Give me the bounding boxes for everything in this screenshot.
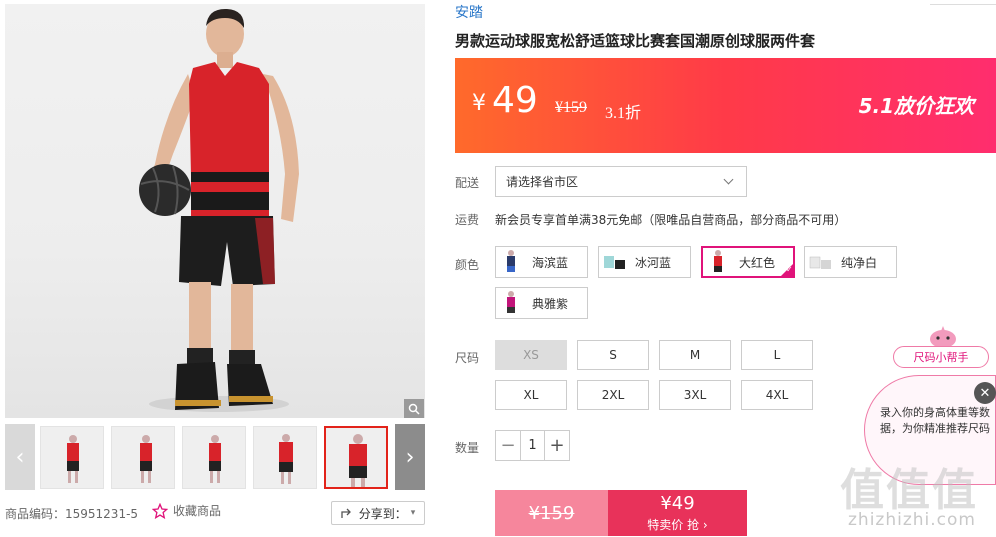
thumbnail-3[interactable] (182, 426, 246, 489)
brand-link[interactable]: 安踏 (455, 2, 483, 22)
size-option-xs[interactable]: XS (495, 340, 567, 370)
promo-event-tag: 5.1放价狂欢 (858, 94, 974, 118)
thumbnail-2[interactable] (111, 426, 175, 489)
color-option-label: 纯净白 (841, 255, 878, 270)
watermark-logo: 值值值 (840, 465, 978, 516)
color-swatch (807, 248, 833, 276)
size-option-m[interactable]: M (659, 340, 731, 370)
region-select[interactable]: 请选择省市区 (495, 166, 747, 197)
selected-check-icon (780, 263, 794, 277)
price-currency: ¥ (472, 91, 486, 116)
region-select-value: 请选择省市区 (506, 175, 579, 189)
share-button[interactable]: 分享到： ▾ (331, 501, 425, 525)
color-option-chunjingbai[interactable]: 纯净白 (804, 246, 897, 278)
thumbnail-strip: ‹ › (5, 424, 425, 490)
favorite-button[interactable]: 收藏商品 (152, 502, 221, 519)
color-swatch (498, 248, 524, 276)
mascot-icon (928, 324, 958, 348)
color-label: 颜色 (455, 258, 480, 272)
star-icon (152, 502, 168, 519)
quantity-label: 数量 (455, 441, 480, 455)
product-main-image[interactable] (5, 4, 425, 418)
share-label: 分享到： (358, 506, 407, 521)
sale-price: 49 (492, 80, 538, 121)
color-option-label: 冰河蓝 (635, 255, 672, 270)
deal-label: 特卖价 抢 › (647, 518, 708, 532)
color-option-dianyazi[interactable]: 典雅紫 (495, 287, 588, 319)
size-option-l[interactable]: L (741, 340, 813, 370)
size-option-xl[interactable]: XL (495, 380, 567, 410)
promo-banner: ¥ 49 ¥159 3.1折 5.1放价狂欢 (455, 58, 996, 153)
original-price: ¥159 (555, 99, 587, 116)
color-option-label: 典雅紫 (532, 296, 569, 311)
buy-deal-button[interactable]: ¥49 特卖价 抢 › (608, 490, 747, 536)
size-option-3xl[interactable]: 3XL (659, 380, 731, 410)
quantity-plus-button[interactable]: + (545, 431, 569, 460)
close-icon[interactable]: ✕ (974, 382, 996, 404)
watermark-site: zhizhizhi.com (848, 510, 976, 530)
share-icon (341, 508, 351, 518)
deal-price: ¥49 (660, 493, 695, 514)
delivery-label: 配送 (455, 176, 480, 190)
color-option-label: 大红色 (739, 255, 776, 270)
buy-original-price-button[interactable]: ¥159 (495, 490, 608, 536)
color-swatch (498, 289, 524, 317)
quantity-minus-button[interactable]: − (496, 431, 520, 460)
size-helper-button[interactable]: 尺码小帮手 (893, 346, 989, 368)
color-option-label: 海滨蓝 (532, 255, 569, 270)
sku-code: 商品编码：15951231-5 (5, 507, 139, 521)
quantity-stepper: − 1 + (495, 430, 570, 461)
color-swatch (705, 248, 731, 276)
chevron-down-icon: ▾ (410, 508, 416, 518)
thumbnail-4[interactable] (253, 426, 317, 489)
chevron-down-icon (723, 174, 734, 185)
size-helper-text: 录入你的身高体重等数据，为你精准推荐尺码 (880, 406, 990, 435)
thumb-next-arrow-icon[interactable]: › (395, 424, 425, 490)
size-option-2xl[interactable]: 2XL (577, 380, 649, 410)
discount-rate: 3.1折 (605, 105, 642, 122)
shipping-label: 运费 (455, 213, 480, 227)
size-option-s[interactable]: S (577, 340, 649, 370)
product-title: 男款运动球服宽松舒适篮球比赛套国潮原创球服两件套 (455, 32, 816, 50)
color-option-binghelan[interactable]: 冰河蓝 (598, 246, 691, 278)
favorite-label: 收藏商品 (173, 504, 222, 518)
zoom-icon[interactable] (404, 399, 424, 418)
thumbnail-1[interactable] (40, 426, 104, 489)
color-option-dahongse[interactable]: 大红色 (701, 246, 795, 278)
quantity-input[interactable]: 1 (520, 431, 545, 460)
divider (930, 4, 996, 5)
model-figure-illustration (139, 8, 299, 412)
size-option-4xl[interactable]: 4XL (741, 380, 813, 410)
shipping-info: 新会员专享首单满38元免邮（限唯品自营商品，部分商品不可用） (495, 213, 847, 227)
color-option-haibinlan[interactable]: 海滨蓝 (495, 246, 588, 278)
size-label: 尺码 (455, 351, 480, 365)
thumbnail-5[interactable] (324, 426, 388, 489)
thumb-prev-arrow-icon[interactable]: ‹ (5, 424, 35, 490)
color-swatch (601, 248, 627, 276)
